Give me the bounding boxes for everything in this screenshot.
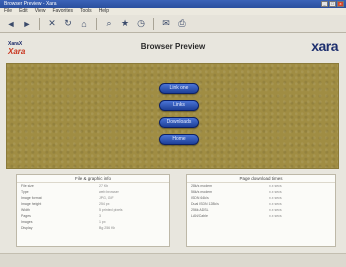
menu-favorites[interactable]: Favorites bbox=[52, 8, 73, 15]
row-key: LAN/Cable bbox=[191, 214, 208, 218]
menu-view[interactable]: View bbox=[35, 8, 46, 15]
window-title-bar: Browser Preview - Xara _ □ x bbox=[0, 0, 346, 8]
nav-button-links[interactable]: Links bbox=[159, 100, 199, 111]
row-value: Bg 256 Kb bbox=[99, 226, 116, 230]
menu-help[interactable]: Help bbox=[99, 8, 109, 15]
menu-edit[interactable]: Edit bbox=[19, 8, 28, 15]
file-info-title: File & graphic info bbox=[17, 175, 169, 183]
download-times-title: Page download times bbox=[187, 175, 335, 183]
window-controls: _ □ x bbox=[321, 1, 344, 7]
file-info-box: File & graphic info File size 27 Kb Type w… bbox=[16, 174, 170, 247]
refresh-icon[interactable]: ↻ bbox=[61, 17, 75, 30]
favorites-icon[interactable]: ★ bbox=[118, 17, 132, 30]
download-times-row: LAN/Cable x.x secs bbox=[187, 213, 335, 219]
close-button[interactable]: x bbox=[337, 1, 344, 7]
status-bar bbox=[0, 253, 346, 267]
page-header: XaraX Xara Browser Preview xara bbox=[0, 33, 346, 63]
window-title: Browser Preview - Xara bbox=[4, 1, 57, 7]
nav-button-link-one[interactable]: Link one bbox=[159, 83, 199, 94]
browser-viewport: XaraX Xara Browser Preview xara Link one… bbox=[0, 33, 346, 267]
file-info-row: Display Bg 256 Kb bbox=[17, 225, 169, 231]
nav-button-downloads[interactable]: Downloads bbox=[159, 117, 199, 128]
print-icon[interactable]: ⎙ bbox=[175, 17, 189, 30]
browser-toolbar: ◄ ► ✕ ↻ ⌂ ⌕ ★ ◷ ✉ ⎙ bbox=[0, 15, 346, 33]
history-icon[interactable]: ◷ bbox=[134, 17, 148, 30]
textured-nav-panel: Link one Links Downloads Home bbox=[6, 63, 339, 169]
xara-logo: xara bbox=[311, 38, 338, 54]
forward-icon[interactable]: ► bbox=[20, 17, 34, 30]
stop-icon[interactable]: ✕ bbox=[45, 17, 59, 30]
search-icon[interactable]: ⌕ bbox=[102, 17, 116, 30]
mail-icon[interactable]: ✉ bbox=[159, 17, 173, 30]
nav-button-home[interactable]: Home bbox=[159, 134, 199, 145]
back-icon[interactable]: ◄ bbox=[4, 17, 18, 30]
minimize-button[interactable]: _ bbox=[321, 1, 328, 7]
toolbar-divider bbox=[96, 17, 97, 30]
toolbar-divider bbox=[153, 17, 154, 30]
row-key: Display bbox=[21, 226, 33, 230]
row-value: 5 printed pixels bbox=[99, 208, 123, 212]
home-icon[interactable]: ⌂ bbox=[77, 17, 91, 30]
menu-file[interactable]: File bbox=[4, 8, 12, 15]
download-times-box: Page download times 28k/s modem x.x secs … bbox=[186, 174, 336, 247]
page-title: Browser Preview bbox=[140, 42, 206, 51]
toolbar-divider bbox=[39, 17, 40, 30]
menu-bar: File Edit View Favorites Tools Help bbox=[0, 8, 346, 15]
maximize-button[interactable]: □ bbox=[329, 1, 336, 7]
row-value: x.x secs bbox=[269, 214, 282, 218]
menu-tools[interactable]: Tools bbox=[80, 8, 92, 15]
